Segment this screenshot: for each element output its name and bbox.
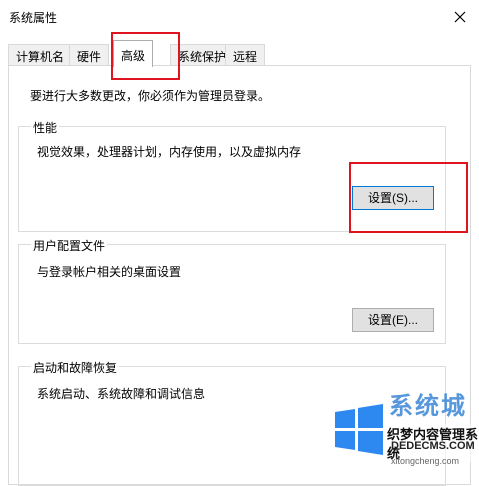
performance-settings-button[interactable]: 设置(S)... [352,186,434,210]
user-profiles-group: 用户配置文件 与登录帐户相关的桌面设置 设置(E)... [18,237,446,344]
user-profiles-description: 与登录帐户相关的桌面设置 [37,265,182,279]
title-bar: 系统属性 [0,0,479,34]
tab-computer-name[interactable]: 计算机名 [8,44,73,66]
tab-hardware[interactable]: 硬件 [69,44,110,66]
startup-recovery-title: 启动和故障恢复 [31,359,120,376]
tab-strip: 计算机名 硬件 高级 系统保护 远程 [0,34,479,67]
tab-remote[interactable]: 远程 [225,44,266,66]
watermark-chinese: 系统城 [389,393,467,420]
watermark-site: DEDECMS.COM [391,440,475,452]
user-profiles-title: 用户配置文件 [31,237,108,254]
user-profiles-settings-button[interactable]: 设置(E)... [352,308,434,332]
watermark: 系统城 织梦内容管理系统 DEDECMS.COM xitongcheng.com [329,384,479,472]
performance-group: 性能 视觉效果，处理器计划，内存使用，以及虚拟内存 设置(S)... [18,119,446,232]
windows-logo-icon [335,404,383,455]
close-icon [454,11,466,23]
window-title: 系统属性 [9,11,58,25]
tab-advanced[interactable]: 高级 [113,40,154,67]
performance-description: 视觉效果，处理器计划，内存使用，以及虚拟内存 [37,145,302,159]
close-button[interactable] [447,4,473,30]
performance-title: 性能 [31,119,60,136]
watermark-url: xitongcheng.com [391,456,460,466]
admin-notice: 要进行大多数更改，你必须作为管理员登录。 [30,89,271,103]
startup-recovery-description: 系统启动、系统故障和调试信息 [37,387,206,401]
